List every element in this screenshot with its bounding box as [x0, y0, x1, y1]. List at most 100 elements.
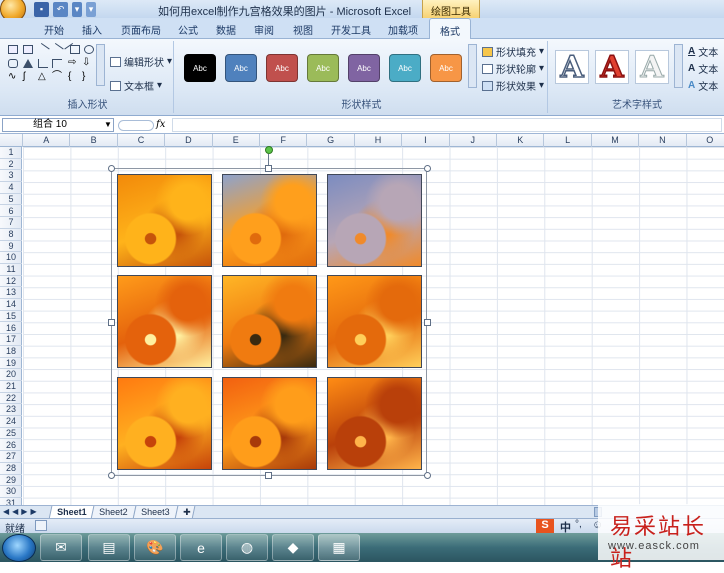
shape-scribble-icon[interactable]: △	[38, 72, 48, 82]
tab-data[interactable]: 数据	[216, 22, 236, 37]
row-header-8[interactable]: 8	[0, 229, 22, 241]
shape-curve-icon[interactable]: ∿	[8, 72, 18, 82]
row-header-6[interactable]: 6	[0, 206, 22, 218]
shape-fill-button[interactable]: 形状填充 ▾	[482, 44, 544, 59]
resize-handle-top[interactable]	[265, 165, 272, 172]
column-header-A[interactable]: A	[23, 134, 71, 147]
undo-icon[interactable]: ↶	[53, 1, 68, 17]
row-header-24[interactable]: 24	[0, 416, 22, 428]
row-header-2[interactable]: 2	[0, 159, 22, 171]
shape-brace-right-icon[interactable]: }	[82, 72, 92, 82]
shape-freeform-icon[interactable]: ʃ	[23, 72, 33, 82]
row-header-23[interactable]: 23	[0, 404, 22, 417]
style-swatch-purple[interactable]: Abc	[348, 54, 380, 82]
taskbar-excel-icon[interactable]: ▦	[318, 534, 360, 561]
text-effects-button[interactable]: A 文本	[688, 78, 718, 93]
column-header-G[interactable]: G	[307, 134, 355, 147]
row-header-3[interactable]: 3	[0, 170, 22, 183]
row-header-17[interactable]: 17	[0, 334, 22, 346]
column-header-D[interactable]: D	[165, 134, 213, 147]
taskbar-app-icon[interactable]: ◆	[272, 534, 314, 561]
tile-r2c3[interactable]	[327, 275, 422, 368]
column-header-I[interactable]: I	[402, 134, 450, 147]
shape-effects-button[interactable]: 形状效果 ▾	[482, 78, 544, 93]
column-header-F[interactable]: F	[260, 134, 308, 147]
tile-r2c2[interactable]	[222, 275, 317, 368]
column-header-H[interactable]: H	[355, 134, 403, 147]
formula-input[interactable]	[172, 118, 722, 132]
tile-r3c3[interactable]	[327, 377, 422, 470]
name-box-dropdown-icon[interactable]: ▼	[104, 120, 112, 129]
row-header-4[interactable]: 4	[0, 182, 22, 194]
ime-punct-icon[interactable]: °,	[575, 519, 582, 530]
row-header-20[interactable]: 20	[0, 369, 22, 381]
save-icon[interactable]: ▪	[34, 1, 49, 17]
column-header-J[interactable]: J	[450, 134, 497, 147]
style-swatch-aqua[interactable]: Abc	[389, 54, 421, 82]
resize-handle-tl[interactable]	[108, 165, 115, 172]
taskbar-ie-icon[interactable]: e	[180, 534, 222, 561]
shape-oval-icon[interactable]	[84, 45, 94, 54]
row-header-29[interactable]: 29	[0, 475, 22, 487]
column-header-L[interactable]: L	[544, 134, 592, 147]
style-swatch-blue[interactable]: Abc	[225, 54, 257, 82]
taskbar-wechat-icon[interactable]: ◍	[226, 534, 268, 561]
resize-handle-left[interactable]	[108, 319, 115, 326]
text-fill-button[interactable]: A 文本	[688, 44, 718, 59]
resize-handle-tr[interactable]	[424, 165, 431, 172]
row-header-7[interactable]: 7	[0, 217, 22, 229]
taskbar-explorer-icon[interactable]: ▤	[88, 534, 130, 561]
wordart-outline-style[interactable]: A	[555, 49, 589, 85]
wordart-gallery-scroll[interactable]	[674, 44, 683, 88]
row-header-30[interactable]: 30	[0, 486, 22, 498]
shape-arrow-down-icon[interactable]: ⇩	[82, 58, 92, 68]
styles-gallery-scroll[interactable]	[468, 44, 477, 88]
tab-page-layout[interactable]: 页面布局	[121, 22, 161, 37]
column-header-M[interactable]: M	[592, 134, 640, 147]
wordart-white-style[interactable]: A	[635, 49, 669, 85]
sogou-ime-icon[interactable]: S	[536, 519, 554, 533]
row-header-1[interactable]: 1	[0, 147, 22, 159]
formula-splitter[interactable]	[118, 120, 154, 131]
row-header-18[interactable]: 18	[0, 346, 22, 358]
text-outline-button[interactable]: A 文本	[688, 61, 718, 76]
wordart-red-style[interactable]: A	[595, 49, 629, 85]
row-header-5[interactable]: 5	[0, 194, 22, 206]
row-header-21[interactable]: 21	[0, 381, 22, 393]
taskbar-mail-icon[interactable]: ✉	[40, 534, 82, 561]
row-header-19[interactable]: 19	[0, 358, 22, 370]
resize-handle-bl[interactable]	[108, 472, 115, 479]
edit-shape-button[interactable]: 编辑形状 ▾	[110, 54, 172, 69]
tile-r3c2[interactable]	[222, 377, 317, 470]
row-header-13[interactable]: 13	[0, 287, 22, 300]
sheet-nav-arrows-icon[interactable]: ◀◀▶▶	[3, 507, 40, 516]
customize-qat-icon[interactable]: ▾	[86, 1, 96, 17]
resize-handle-br[interactable]	[424, 472, 431, 479]
row-header-14[interactable]: 14	[0, 299, 22, 311]
shape-rounded-rect-icon[interactable]	[8, 59, 18, 68]
shape-arrow-right-icon[interactable]: ⇨	[68, 58, 78, 68]
style-swatch-black[interactable]: Abc	[184, 54, 216, 82]
macro-record-icon[interactable]	[35, 520, 47, 531]
style-swatch-red[interactable]: Abc	[266, 54, 298, 82]
row-header-15[interactable]: 15	[0, 311, 22, 323]
shape-rectangle-icon[interactable]	[70, 45, 80, 54]
shape-elbow2-icon[interactable]	[52, 59, 62, 68]
column-header-E[interactable]: E	[213, 134, 260, 147]
resize-handle-bottom[interactable]	[265, 472, 272, 479]
tab-view[interactable]: 视图	[293, 22, 313, 37]
tile-r3c1[interactable]	[117, 377, 212, 470]
rotate-handle[interactable]	[265, 146, 273, 154]
row-header-16[interactable]: 16	[0, 323, 22, 335]
shape-arc-icon[interactable]: ⌒	[52, 72, 62, 82]
shape-arrow-icon[interactable]	[50, 42, 64, 57]
row-header-12[interactable]: 12	[0, 276, 22, 288]
row-header-25[interactable]: 25	[0, 428, 22, 440]
tab-developer[interactable]: 开发工具	[331, 22, 371, 37]
textbox-button[interactable]: 文本框 ▾	[110, 78, 162, 93]
tab-review[interactable]: 审阅	[254, 22, 274, 37]
tile-r1c1[interactable]	[117, 174, 212, 267]
shape-textbox-icon[interactable]	[8, 45, 18, 54]
redo-icon[interactable]: ▾	[72, 1, 82, 17]
row-header-28[interactable]: 28	[0, 463, 22, 475]
